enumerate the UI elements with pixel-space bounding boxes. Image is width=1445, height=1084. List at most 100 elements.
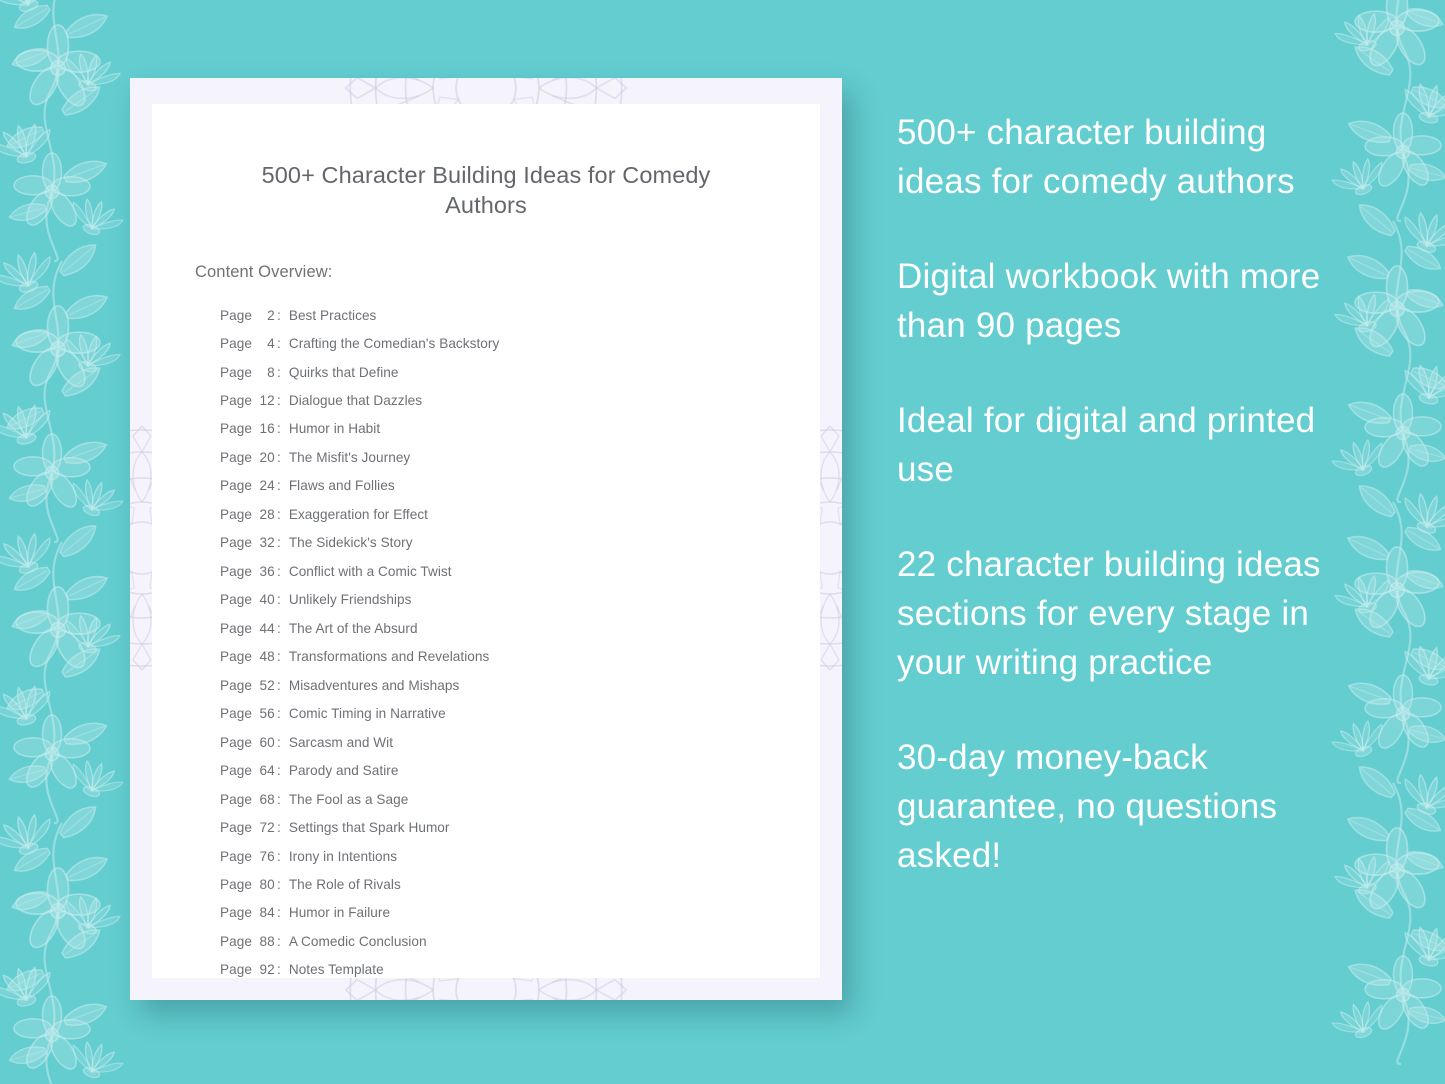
toc-entry-page-number: 12 xyxy=(259,393,275,408)
toc-entry-separator: : xyxy=(277,307,281,323)
toc-entry: Page 68: The Fool as a Sage xyxy=(220,785,820,813)
toc-entry: Page 12: Dialogue that Dazzles xyxy=(220,387,820,415)
toc-entry-page-number: 32 xyxy=(259,535,275,551)
toc-entry-page-number: 92 xyxy=(259,962,275,978)
toc-entry: Page 24: Flaws and Follies xyxy=(220,472,820,500)
toc-entry-title: Misadventures and Mishaps xyxy=(288,677,460,693)
toc-entry-title: Flaws and Follies xyxy=(288,478,395,494)
table-of-contents: Page 2: Best Practices Page 4: Crafting the… xyxy=(152,282,820,978)
toc-entry-title: Exaggeration for Effect xyxy=(288,506,429,522)
toc-entry-page: Page 44 xyxy=(220,620,275,636)
toc-entry-separator: : xyxy=(277,933,281,949)
toc-entry-title: Humor in Habit xyxy=(288,421,381,437)
toc-entry-separator: : xyxy=(277,791,281,807)
toc-entry-separator: : xyxy=(277,820,281,836)
toc-entry-title: Quirks that Define xyxy=(288,364,399,380)
toc-entry-page: Page 28 xyxy=(220,506,275,522)
toc-entry-page-number: 2 xyxy=(267,307,275,323)
toc-entry-page-number: 8 xyxy=(267,364,275,380)
toc-entry-page-number: 4 xyxy=(267,336,275,352)
toc-entry-separator: : xyxy=(277,336,281,352)
toc-entry: Page 4: Crafting the Comedian's Backstory xyxy=(220,330,820,358)
page-title: 500+ Character Building Ideas for Comedy… xyxy=(261,162,711,219)
marketing-point: 500+ character building ideas for comedy… xyxy=(897,113,1295,201)
toc-entry-page: Page 40 xyxy=(220,592,275,608)
toc-entry: Page 80: The Role of Rivals xyxy=(220,871,820,899)
workbook-page: 500+ Character Building Ideas for Comedy… xyxy=(152,104,820,978)
toc-entry-title: Sarcasm and Wit xyxy=(288,734,394,750)
toc-entry-page-number: 72 xyxy=(259,820,275,836)
toc-entry-page: Page 72 xyxy=(220,820,275,836)
toc-entry: Page 28: Exaggeration for Effect xyxy=(220,500,820,528)
toc-entry-page: Page 4 xyxy=(220,336,275,352)
toc-entry: Page 48: Transformations and Revelations xyxy=(220,643,820,671)
toc-entry-page: Page 24 xyxy=(220,478,275,494)
toc-entry-page-number: 80 xyxy=(259,876,275,892)
toc-entry-title: Dialogue that Dazzles xyxy=(288,393,423,408)
toc-entry-page: Page 16 xyxy=(220,421,275,437)
toc-entry-page: Page 12 xyxy=(220,393,275,408)
toc-entry-page: Page 48 xyxy=(220,649,275,665)
toc-entry-title: Crafting the Comedian's Backstory xyxy=(288,336,500,352)
toc-entry-separator: : xyxy=(277,563,281,579)
toc-entry-title: The Role of Rivals xyxy=(288,876,401,892)
toc-entry-page-number: 40 xyxy=(259,592,275,608)
toc-entry-page-number: 44 xyxy=(259,620,275,636)
toc-entry-page: Page 68 xyxy=(220,791,275,807)
toc-entry-title: Irony in Intentions xyxy=(288,848,398,864)
toc-entry-title: Best Practices xyxy=(288,307,377,323)
toc-entry: Page 88: A Comedic Conclusion xyxy=(220,927,820,955)
toc-entry-page-number: 64 xyxy=(259,763,275,779)
toc-entry-separator: : xyxy=(277,620,281,636)
toc-entry-page-number: 36 xyxy=(259,563,275,579)
toc-entry-page-number: 28 xyxy=(259,506,275,522)
toc-entry-page: Page 76 xyxy=(220,848,275,864)
toc-entry-page-number: 84 xyxy=(259,905,275,921)
toc-entry-page-number: 68 xyxy=(259,791,275,807)
toc-entry-page: Page 52 xyxy=(220,677,275,693)
toc-entry-title: Notes Template xyxy=(288,962,384,978)
toc-entry-title: Conflict with a Comic Twist xyxy=(288,563,452,579)
toc-entry: Page 44: The Art of the Absurd xyxy=(220,614,820,642)
floral-vine-left-icon xyxy=(0,0,142,1084)
toc-entry-page-number: 76 xyxy=(259,848,275,864)
toc-entry-title: The Misfit's Journey xyxy=(288,449,411,465)
toc-entry-page: Page 64 xyxy=(220,763,275,779)
toc-entry: Page 56: Comic Timing in Narrative xyxy=(220,700,820,728)
toc-entry-page: Page 56 xyxy=(220,706,275,722)
toc-entry-separator: : xyxy=(277,393,281,408)
toc-entry-separator: : xyxy=(277,478,281,494)
marketing-point: Digital workbook with more than 90 pages xyxy=(897,257,1321,345)
toc-entry: Page 2: Best Practices xyxy=(220,301,820,329)
toc-entry: Page 84: Humor in Failure xyxy=(220,899,820,927)
workbook-cover-card: 500+ Character Building Ideas for Comedy… xyxy=(130,78,842,1000)
marketing-copy-list: 500+ character building ideas for comedy… xyxy=(897,108,1349,880)
content-overview-label: Content Overview: xyxy=(195,263,333,282)
marketing-point: 22 character building ideas sections for… xyxy=(897,545,1321,682)
toc-entry: Page 8: Quirks that Define xyxy=(220,358,820,386)
toc-entry: Page 76: Irony in Intentions xyxy=(220,842,820,870)
toc-entry-title: The Art of the Absurd xyxy=(288,620,418,636)
toc-entry-separator: : xyxy=(277,535,281,551)
toc-entry-separator: : xyxy=(277,592,281,608)
toc-entry: Page 20: The Misfit's Journey xyxy=(220,444,820,472)
toc-entry-separator: : xyxy=(277,962,281,978)
toc-entry-separator: : xyxy=(277,449,281,465)
toc-entry-title: Transformations and Revelations xyxy=(288,649,490,665)
toc-entry-page-number: 48 xyxy=(259,649,275,665)
toc-entry-title: The Sidekick's Story xyxy=(288,535,413,551)
toc-entry-page-number: 20 xyxy=(259,449,275,465)
toc-entry-title: Parody and Satire xyxy=(288,763,399,779)
toc-entry: Page 32: The Sidekick's Story xyxy=(220,529,820,557)
toc-entry-page: Page 88 xyxy=(220,933,275,949)
toc-entry-page: Page 32 xyxy=(220,535,275,551)
toc-entry-separator: : xyxy=(277,734,281,750)
toc-entry-title: Humor in Failure xyxy=(288,905,391,921)
toc-entry: Page 52: Misadventures and Mishaps xyxy=(220,671,820,699)
toc-entry-page: Page 36 xyxy=(220,563,275,579)
toc-entry: Page 64: Parody and Satire xyxy=(220,757,820,785)
toc-entry-page: Page 20 xyxy=(220,449,275,465)
toc-entry-title: Unlikely Friendships xyxy=(288,592,412,608)
toc-entry-separator: : xyxy=(277,848,281,864)
toc-entry-separator: : xyxy=(277,364,281,380)
